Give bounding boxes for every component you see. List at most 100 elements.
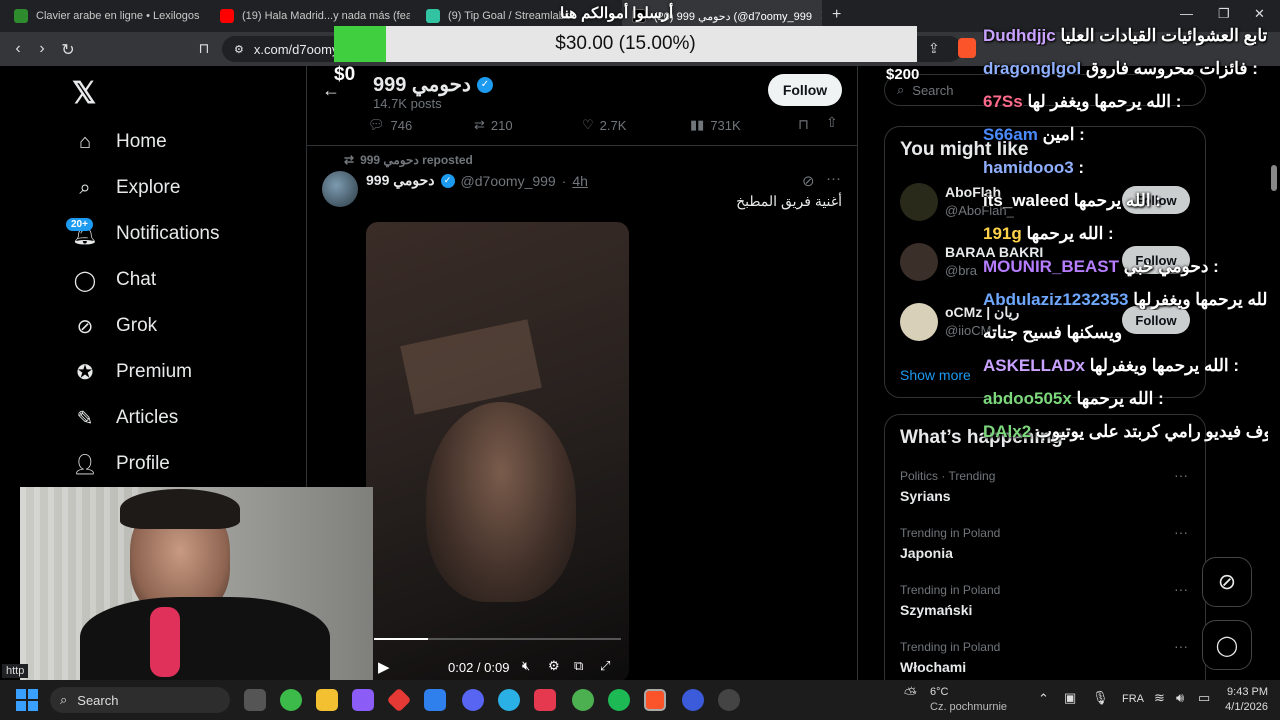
windows-start-icon[interactable] [16,689,38,711]
trend-name[interactable]: Japonia [900,545,953,561]
sidebar-item-label: Explore [116,177,181,198]
repost-small-icon: ⇄ [344,153,355,167]
post-handle[interactable]: @d7oomy_999 [461,173,556,189]
follow-button[interactable]: Follow [768,74,842,106]
trend-meta: Politics · Trending [900,469,996,483]
verified-badge-icon: ✓ [440,173,455,188]
show-more-link[interactable]: Show more [900,367,971,383]
store-icon[interactable] [424,689,446,711]
repost-icon: ⇄ [474,117,485,132]
share-icon[interactable]: ⇪ [928,40,940,57]
sidebar-item-articles[interactable]: ✎ Articles [72,400,179,436]
tray-chevron-icon[interactable]: ⌃ [1038,691,1049,707]
tip-goal-progress: $30.00 (15.00%) [555,33,696,54]
volume-icon[interactable]: 🔊︎ [1176,690,1184,706]
battery-icon[interactable]: ▭ [1198,690,1210,706]
repost-action[interactable]: ⇄ 210 [474,117,513,133]
webcam-overlay [20,487,373,680]
spotify-icon[interactable] [608,689,630,711]
more-options-icon[interactable]: ··· [826,170,841,187]
sidebar-item-label: Home [116,131,167,152]
tab-lexilogos[interactable]: Clavier arabe en ligne • Lexilogos [4,0,204,32]
trend-name[interactable]: Włochami [900,659,966,675]
close-window-icon[interactable]: ✕ [1254,6,1265,22]
sidebar-item-profile[interactable]: 👤︎ Profile [72,446,170,482]
sidebar-item-grok[interactable]: ⊘ Grok [72,308,158,344]
chat-message: hamidooo3 : [983,158,1268,178]
weather-icon[interactable]: ⛅︎ [904,686,917,704]
utorrent-icon[interactable] [572,689,594,711]
reply-action[interactable]: 💬︎ 746 [368,117,412,133]
x-logo-icon[interactable]: 𝕏 [72,76,96,111]
new-tab-icon[interactable]: + [832,6,841,24]
grok-post-icon[interactable]: ⊘ [802,172,815,190]
chat-username: Abdulaziz1232353 [983,290,1129,309]
author-avatar[interactable] [322,171,358,207]
post-author[interactable]: دحومي 999 [366,172,435,189]
fullscreen-icon[interactable]: ⤢ [600,658,610,674]
sidebar-item-explore[interactable]: ⌕ Explore [72,170,180,206]
edge-icon[interactable] [498,689,520,711]
close-tab-icon[interactable]: ✕ [820,8,822,24]
brave-taskbar-icon[interactable] [644,689,666,711]
sidebar-item-home[interactable]: ⌂ Home [72,124,167,160]
discord-icon[interactable] [462,689,484,711]
trend-meta: Trending in Poland [900,640,1001,654]
taskbar-search[interactable]: ⌕ Search [50,687,230,713]
xbox-icon[interactable] [280,689,302,711]
bookmark-icon[interactable]: ⊓ [194,40,214,57]
app-icon[interactable] [682,689,704,711]
sidebar-item-notifications[interactable]: 🔔︎ Notifications [72,216,220,252]
like-action[interactable]: ♡ 2.7K [582,117,626,133]
wifi-icon[interactable]: ≋ [1154,690,1165,706]
views-action[interactable]: ▮▮ 731K [690,117,741,133]
obs-icon[interactable] [718,689,740,711]
settings-icon[interactable]: ⚙ [548,658,560,674]
chat-text: ويسكنها فسيح جناته [983,323,1123,342]
clock-date[interactable]: 4/1/2026 [1210,701,1268,713]
trend-more-icon[interactable]: ··· [1174,524,1188,540]
file-explorer-icon[interactable] [316,689,338,711]
brave-shield-icon[interactable] [958,38,976,58]
pip-icon[interactable]: ⧉ [574,658,583,674]
site-info-icon[interactable]: ⚙ [234,43,244,56]
grok-fab-icon[interactable]: ⊘ [1202,557,1252,607]
trend-name[interactable]: Syrians [900,488,951,504]
chat-username: dragonglgol [983,59,1082,78]
sidebar-item-label: Grok [116,315,158,336]
tray-app-icon[interactable]: ▣ [1064,690,1076,706]
share-post-icon[interactable]: ⇧ [826,114,838,131]
messages-fab-icon[interactable]: ◯ [1202,620,1252,670]
suggestion-avatar[interactable] [900,303,938,341]
minimize-icon[interactable]: — [1180,6,1193,21]
app-icon[interactable] [534,689,556,711]
suggestion-avatar[interactable] [900,243,938,281]
mute-icon[interactable]: 🔇︎ [522,658,530,674]
clock-time[interactable]: 9:43 PM [1224,686,1268,698]
task-view-icon[interactable] [244,689,266,711]
post-time[interactable]: 4h [572,173,588,189]
play-icon[interactable]: ▶ [378,658,390,676]
chat-message: Dudhdjjc : تابع العشوائيات القيادات العل… [983,26,1268,46]
tip-goal-bar: $30.00 (15.00%) [334,26,917,62]
chat-message: ويسكنها فسيح جناته [983,323,1268,343]
sidebar-item-label: Notifications [116,223,220,244]
sidebar-item-chat[interactable]: ◯ Chat [72,262,156,298]
trend-more-icon[interactable]: ··· [1174,581,1188,597]
suggestion-avatar[interactable] [900,183,938,221]
trend-more-icon[interactable]: ··· [1174,638,1188,654]
back-icon[interactable]: ‹ [8,40,28,58]
chat-message: its_waleed : الله يرحمها [983,191,1268,211]
forward-icon[interactable]: › [32,40,52,58]
trend-name[interactable]: Szymański [900,602,972,618]
copilot-icon[interactable] [352,689,374,711]
scrollbar-thumb[interactable] [1271,165,1277,191]
language-indicator[interactable]: FRA [1122,693,1144,705]
reload-icon[interactable]: ↻ [58,40,78,60]
sidebar-item-premium[interactable]: ✪ Premium [72,354,192,390]
video-player[interactable]: ▶ 0:02 / 0:09 🔇︎ ⚙ ⧉ ⤢ [366,222,629,682]
trend-more-icon[interactable]: ··· [1174,467,1188,483]
microphone-icon[interactable]: 🎙︎ [1092,690,1109,706]
maximize-icon[interactable]: ❐ [1218,6,1230,22]
bookmark-post-icon[interactable]: ⊓ [798,116,809,133]
